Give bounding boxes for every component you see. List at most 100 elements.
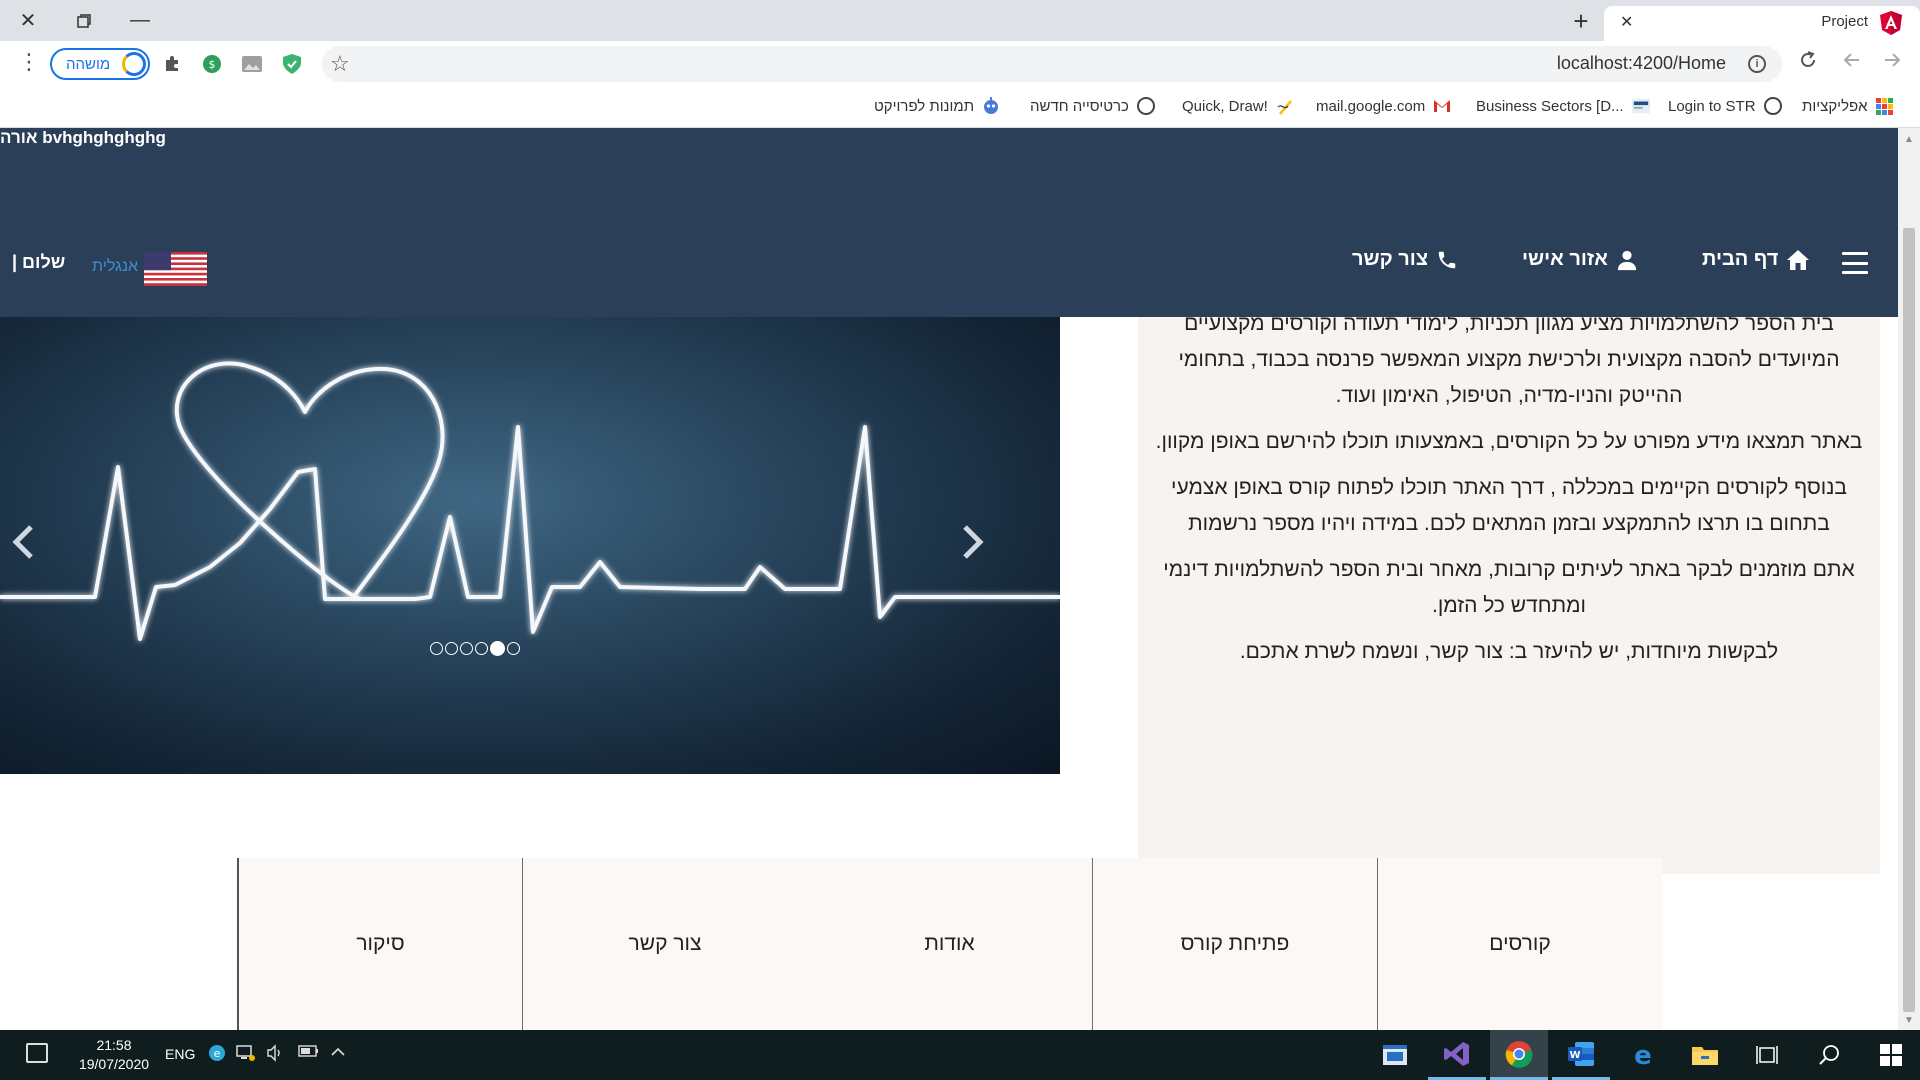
user-icon [1617, 250, 1637, 270]
browser-tab[interactable]: ✕ Project [1604, 6, 1920, 41]
action-center-icon[interactable] [26, 1043, 48, 1063]
heartbeat-image [0, 361, 1060, 641]
about-section: בית הספר להשתלמויות מציע מגוון תכניות, ל… [1138, 306, 1880, 874]
hamburger-menu-icon[interactable] [1842, 252, 1868, 274]
svg-text:$: $ [209, 58, 216, 71]
taskbar-search-icon[interactable] [1800, 1030, 1858, 1080]
scroll-down-arrow-icon[interactable]: ▼ [1904, 1015, 1914, 1026]
gmail-icon [1433, 97, 1451, 115]
taskbar-file-explorer-icon[interactable] [1676, 1030, 1734, 1080]
taskbar-edge-icon[interactable]: e [1614, 1030, 1672, 1080]
carousel-indicator[interactable] [430, 642, 443, 655]
bookmark-label: תמונות לפרויקט [874, 97, 975, 115]
taskbar-app-window-icon[interactable] [1366, 1030, 1424, 1080]
bookmark-new-tab[interactable]: כרטיסייה חדשה [1030, 97, 1155, 115]
footer-link-courses[interactable]: קורסים [1377, 858, 1662, 1030]
svg-text:e: e [214, 1047, 221, 1060]
site-info-icon[interactable]: i [1748, 55, 1766, 73]
bookmark-label: כרטיסייה חדשה [1030, 97, 1129, 115]
bookmark-label: Quick, Draw! [1182, 97, 1268, 115]
footer-link-open-course[interactable]: פתיחת קורס [1092, 858, 1377, 1030]
new-tab-plus-icon[interactable]: + [1564, 6, 1598, 36]
taskbar-clock[interactable]: 21:58 19/07/2020 [74, 1036, 154, 1074]
page-scrollbar[interactable]: ▲ ▼ [1898, 128, 1920, 1030]
footer-link-about[interactable]: אודות [807, 858, 1092, 1030]
footer-link-contact[interactable]: צור קשר [522, 858, 807, 1030]
window-minimize-icon[interactable]: — [112, 0, 168, 41]
nav-contact[interactable]: צור קשר [1352, 248, 1458, 271]
battery-icon[interactable] [298, 1044, 320, 1063]
us-flag-icon[interactable] [144, 252, 207, 286]
site-header: אורה bvhghghghghg | שלום אנגלית צור קשר … [0, 128, 1898, 317]
scroll-up-arrow-icon[interactable]: ▲ [1904, 134, 1914, 145]
bookmark-business-sectors[interactable]: Business Sectors [D... [1476, 97, 1650, 115]
about-paragraph: לבקשות מיוחדות, יש להיעזר ב: צור קשר, ונ… [1239, 640, 1779, 663]
reload-icon[interactable] [1798, 50, 1818, 76]
address-bar[interactable]: ☆ localhost:4200/Home i [322, 46, 1782, 82]
forward-arrow-icon[interactable] [1882, 50, 1902, 76]
bookmarks-bar: אפליקציות Login to STR Business Sectors … [0, 87, 1920, 128]
nav-contact-label: צור קשר [1352, 248, 1428, 270]
footer-link-coverage[interactable]: סיקור [237, 858, 522, 1030]
angular-favicon-icon [1880, 11, 1902, 35]
bookmark-quick-draw[interactable]: Quick, Draw! [1182, 97, 1294, 115]
bookmark-apps[interactable]: אפליקציות [1802, 97, 1894, 115]
tab-close-icon[interactable]: ✕ [1620, 12, 1633, 32]
carousel-indicator-active[interactable] [490, 641, 505, 656]
taskbar-start-windows-icon[interactable] [1862, 1030, 1920, 1080]
nav-personal-area-label: אזור אישי [1522, 248, 1608, 270]
window-restore-icon[interactable] [56, 0, 112, 41]
profile-button[interactable]: מושהה [50, 48, 150, 80]
extension-shield-icon[interactable] [280, 52, 304, 76]
about-paragraph: באתר תמצאו מידע מפורט על כל הקורסים, באמ… [1155, 430, 1863, 453]
bookmark-gmail[interactable]: mail.google.com [1316, 97, 1451, 115]
bookmark-star-icon[interactable]: ☆ [330, 51, 350, 77]
carousel-indicator[interactable] [460, 642, 473, 655]
taskbar-task-view-icon[interactable] [1738, 1030, 1796, 1080]
globe-icon [1763, 97, 1782, 115]
carousel-indicator[interactable] [445, 642, 458, 655]
show-hidden-icons-chevron-icon[interactable] [330, 1044, 346, 1065]
header-user-text: אורה bvhghghghghg [0, 128, 166, 147]
browser-menu-icon[interactable]: ⋮ [18, 50, 40, 74]
nav-home[interactable]: דף הבית [1702, 248, 1810, 271]
extension-image-icon[interactable] [240, 52, 264, 76]
volume-icon[interactable] [266, 1044, 284, 1067]
phone-icon [1438, 251, 1456, 268]
taskbar-chrome-icon[interactable] [1490, 1030, 1548, 1080]
extension-green-icon[interactable]: $ [200, 52, 224, 76]
edge-tray-icon[interactable]: e [208, 1044, 226, 1067]
footer-links-bar: קורסים פתיחת קורס אודות צור קשר סיקור [236, 858, 1662, 1030]
window-close-icon[interactable]: ✕ [0, 0, 56, 41]
profile-avatar-icon [122, 52, 146, 76]
carousel-indicator[interactable] [507, 642, 520, 655]
carousel-indicator[interactable] [475, 642, 488, 655]
robot-icon [982, 97, 1000, 115]
carousel-prev-arrow-icon[interactable] [6, 517, 40, 567]
network-icon[interactable] [236, 1044, 256, 1067]
windows-taskbar: 21:58 19/07/2020 ENG e W e [0, 1030, 1920, 1080]
taskbar-word-icon[interactable]: W [1552, 1030, 1610, 1080]
about-paragraph: אתם מוזמנים לבקר באתר לעיתים קרובות, מאח… [1163, 558, 1855, 617]
language-switch-link[interactable]: אנגלית [92, 258, 138, 276]
taskbar-visual-studio-icon[interactable] [1428, 1030, 1486, 1080]
home-icon [1787, 249, 1810, 270]
quickdraw-icon [1276, 97, 1294, 115]
bookmark-label: Business Sectors [D... [1476, 97, 1624, 115]
carousel-next-arrow-icon[interactable] [956, 517, 990, 567]
about-paragraph: בית הספר להשתלמויות מציע מגוון תכניות, ל… [1178, 312, 1840, 407]
nav-personal-area[interactable]: אזור אישי [1522, 248, 1638, 271]
scroll-thumb[interactable] [1903, 228, 1915, 1012]
input-language[interactable]: ENG [165, 1046, 195, 1062]
about-paragraph: בנוסף לקורסים הקיימים במכללה , דרך האתר … [1171, 476, 1847, 535]
url-text[interactable]: localhost:4200/Home [1557, 53, 1726, 74]
globe-icon [1136, 97, 1155, 115]
back-arrow-icon[interactable] [1842, 50, 1862, 76]
bookmark-login-str[interactable]: Login to STR [1668, 97, 1782, 115]
svg-text:W: W [1569, 1050, 1580, 1061]
browser-tab-bar: ✕ — + ✕ Project [0, 0, 1920, 41]
bookmark-project-images[interactable]: תמונות לפרויקט [874, 97, 1000, 115]
extensions-puzzle-icon[interactable] [160, 52, 184, 76]
apps-grid-icon [1876, 97, 1894, 115]
greeting-text: | שלום [12, 252, 66, 272]
